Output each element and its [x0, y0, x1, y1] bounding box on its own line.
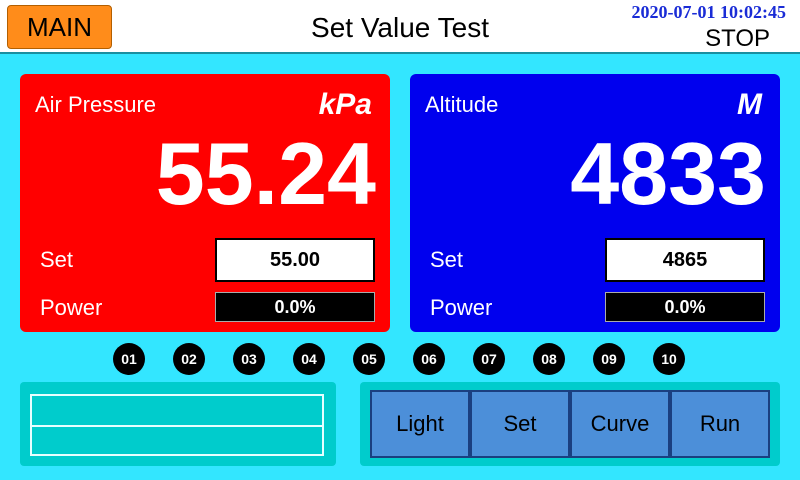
datetime-display: 2020-07-01 10:02:45 [631, 2, 786, 22]
set-button[interactable]: Set [470, 390, 570, 458]
altitude-panel: Altitude M 4833 Set 4865 Power 0.0% [410, 74, 780, 332]
altitude-unit: M [737, 88, 762, 121]
altitude-set-input[interactable]: 4865 [605, 238, 765, 282]
air-pressure-set-input[interactable]: 55.00 [215, 238, 375, 282]
air-pressure-power-value: 0.0% [215, 292, 375, 322]
channel-indicator-09: 09 [593, 343, 625, 375]
page-title: Set Value Test [311, 12, 489, 43]
channel-indicator-06: 06 [413, 343, 445, 375]
air-pressure-set-label: Set [40, 247, 74, 272]
control-button-bar: Light Set Curve Run [360, 382, 780, 466]
channel-indicator-01: 01 [113, 343, 145, 375]
channel-indicator-02: 02 [173, 343, 205, 375]
header-bar: MAIN Set Value Test 2020-07-01 10:02:45 … [0, 0, 800, 54]
altitude-power-value: 0.0% [605, 292, 765, 322]
air-pressure-value: 55.24 [155, 124, 376, 223]
altitude-power-label: Power [430, 295, 493, 320]
run-button[interactable]: Run [670, 390, 770, 458]
altitude-label: Altitude [425, 92, 499, 117]
channel-indicator-10: 10 [653, 343, 685, 375]
channel-indicator-08: 08 [533, 343, 565, 375]
run-status: STOP [705, 25, 770, 52]
air-pressure-label: Air Pressure [35, 92, 157, 117]
message-display [30, 394, 324, 456]
message-area [20, 382, 336, 466]
channel-indicator-03: 03 [233, 343, 265, 375]
air-pressure-panel: Air Pressure kPa 55.24 Set 55.00 Power 0… [20, 74, 390, 332]
air-pressure-power-label: Power [40, 295, 103, 320]
light-button[interactable]: Light [370, 390, 470, 458]
air-pressure-unit: kPa [318, 88, 372, 121]
channel-indicator-04: 04 [293, 343, 325, 375]
curve-button[interactable]: Curve [570, 390, 670, 458]
channel-indicator-07: 07 [473, 343, 505, 375]
main-button[interactable]: MAIN [7, 5, 112, 49]
altitude-value: 4833 [570, 124, 766, 223]
channel-indicator-05: 05 [353, 343, 385, 375]
altitude-set-label: Set [430, 247, 464, 272]
message-divider [32, 425, 322, 427]
